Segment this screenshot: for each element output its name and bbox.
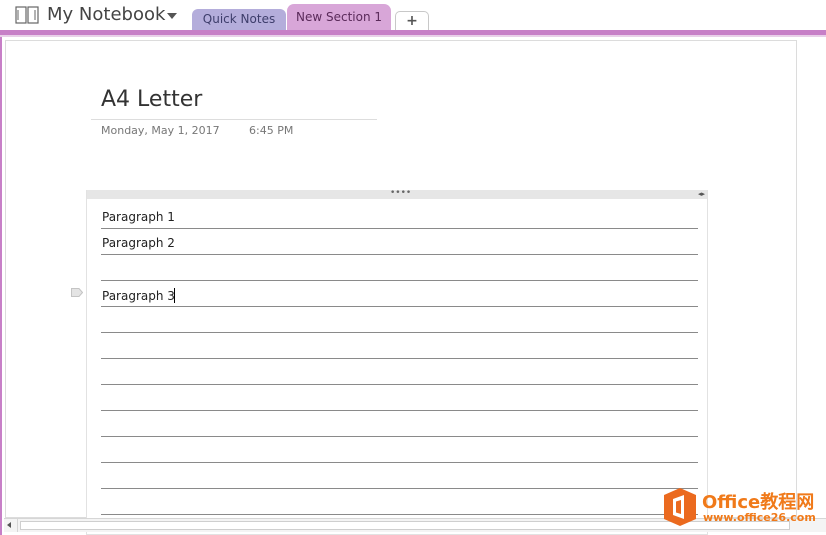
page-canvas[interactable]: A4 Letter Monday, May 1, 2017 6:45 PM ••… [0,37,826,535]
onenote-window: My Notebook Quick Notes New Section 1 + … [0,0,826,535]
paragraph-2[interactable]: Paragraph 2 [102,236,175,250]
ruled-line [101,306,698,307]
paragraph-1[interactable]: Paragraph 1 [102,210,175,224]
notebook-icon[interactable] [15,5,39,25]
ruled-line [101,228,698,229]
tab-quick-notes[interactable]: Quick Notes [192,9,286,31]
page-time: 6:45 PM [249,124,294,137]
ruled-line [101,254,698,255]
notebook-bar: My Notebook Quick Notes New Section 1 + [0,0,826,31]
paragraph-3[interactable]: Paragraph 3 [102,289,175,303]
paragraph-handle-icon[interactable] [71,288,83,297]
office-logo-icon [664,488,696,526]
notebook-dropdown-icon[interactable] [167,13,177,19]
ruled-line [101,280,698,281]
tab-new-section-1[interactable]: New Section 1 [287,4,391,31]
section-side-accent [0,37,2,535]
ruled-line [101,462,698,463]
scroll-left-icon[interactable] [4,519,18,532]
watermark-url: www.office26.com [703,511,816,524]
title-divider [91,119,377,120]
ruled-line [101,514,698,515]
ruled-line [101,410,698,411]
note-container[interactable]: •••• ◂▸ Paragraph 1 Paragraph 2 Paragrap… [86,190,708,535]
ruled-line [101,436,698,437]
ruled-line [101,332,698,333]
notebook-name[interactable]: My Notebook [47,4,165,25]
watermark: Office教程网 www.office26.com [660,485,826,531]
resize-arrows-icon[interactable]: ◂▸ [698,190,705,199]
ruled-line [101,384,698,385]
page-title[interactable]: A4 Letter [101,87,202,112]
container-move-handle[interactable]: •••• ◂▸ [87,190,707,199]
ruled-line [101,358,698,359]
move-grip-icon: •••• [390,190,412,198]
text-cursor [174,288,175,303]
ruled-line [101,488,698,489]
add-section-button[interactable]: + [395,11,429,31]
page-date: Monday, May 1, 2017 [101,124,220,137]
